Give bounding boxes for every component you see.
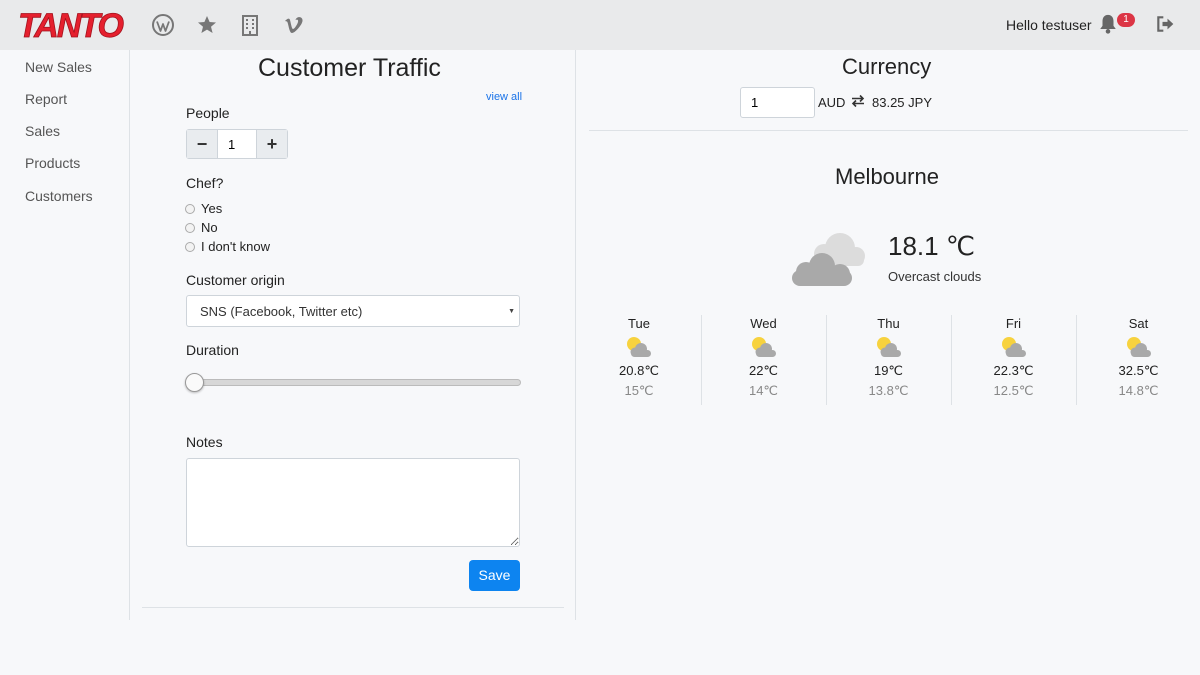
caret-down-icon: ▼ [508, 308, 515, 315]
people-label: People [186, 105, 230, 121]
partly-cloudy-icon [627, 337, 651, 357]
forecast-high: 22℃ [748, 363, 779, 378]
forecast-high: 20.8℃ [619, 363, 659, 378]
vimeo-icon[interactable] [282, 13, 306, 37]
top-bar: TANTO Hello testuser 1 [0, 0, 1200, 50]
forecast-day: Wed 22℃ 14℃ [701, 315, 825, 405]
save-button[interactable]: Save [469, 560, 520, 591]
notes-textarea[interactable] [186, 458, 520, 547]
current-temperature: 18.1 ℃ [888, 231, 976, 261]
duration-slider-handle[interactable] [185, 373, 204, 392]
partly-cloudy-icon [751, 337, 776, 357]
currency-amount-input[interactable] [740, 87, 815, 118]
customer-traffic-panel: Customer Traffic view all People − + Che… [130, 50, 576, 620]
chef-option-dont-know[interactable]: I don't know [185, 239, 270, 254]
forecast-high: 22.3℃ [993, 363, 1034, 378]
page-title: Customer Traffic [258, 54, 441, 82]
forecast-day: Tue 20.8℃ 15℃ [577, 315, 701, 405]
forecast-low: 13.8℃ [868, 383, 909, 398]
forecast-low: 12.5℃ [993, 383, 1034, 398]
radio-button[interactable] [185, 241, 195, 252]
radio-label: I don't know [201, 239, 270, 254]
forecast-high: 32.5℃ [1118, 363, 1159, 378]
notification-badge: 1 [1117, 13, 1135, 27]
divider [142, 607, 564, 608]
customer-origin-select[interactable]: SNS (Facebook, Twitter etc) ▼ [186, 295, 520, 327]
wordpress-icon[interactable] [151, 13, 175, 37]
weather-condition: Overcast clouds [888, 269, 982, 284]
selected-option: SNS (Facebook, Twitter etc) [200, 304, 363, 319]
radio-button[interactable] [185, 203, 195, 214]
divider [589, 130, 1188, 131]
forecast-day: Sat 32.5℃ 14.8℃ [1076, 315, 1200, 405]
forecast-low: 15℃ [624, 383, 654, 398]
people-stepper: − + [186, 129, 288, 159]
forecast-day: Fri 22.3℃ 12.5℃ [951, 315, 1075, 405]
forecast-day-name: Sat [1128, 316, 1149, 331]
view-all-link[interactable]: view all [486, 91, 522, 103]
forecast-low: 14℃ [748, 383, 779, 398]
forecast-day-name: Tue [628, 316, 650, 331]
sidebar-item-new-sales[interactable]: New Sales [25, 59, 92, 75]
user-greeting: Hello testuser [1006, 17, 1092, 33]
sidebar-item-products[interactable]: Products [25, 155, 80, 171]
svg-text:TANTO: TANTO [18, 7, 124, 44]
people-input[interactable] [217, 130, 257, 158]
forecast-high: 19℃ [873, 363, 904, 378]
sidebar: New Sales Report Sales Products Customer… [0, 50, 130, 620]
forecast-day-name: Wed [750, 316, 777, 331]
partly-cloudy-icon [876, 337, 901, 357]
partly-cloudy-icon [1001, 337, 1026, 357]
notes-label: Notes [186, 434, 223, 450]
partly-cloudy-icon [1126, 337, 1151, 357]
sidebar-item-sales[interactable]: Sales [25, 123, 60, 139]
logout-icon[interactable] [1155, 14, 1175, 34]
forecast-day: Thu 19℃ 13.8℃ [826, 315, 950, 405]
building-icon[interactable] [238, 13, 262, 37]
exchange-icon[interactable] [851, 94, 865, 108]
radio-label: No [201, 220, 218, 235]
sidebar-item-customers[interactable]: Customers [25, 188, 93, 204]
overcast-cloud-icon [792, 233, 865, 286]
duration-slider-track[interactable] [186, 379, 521, 386]
bell-icon[interactable] [1097, 13, 1119, 35]
currency-title: Currency [842, 54, 932, 79]
forecast-day-name: Fri [1005, 316, 1022, 331]
weather-city: Melbourne [835, 164, 939, 189]
tanto-logo[interactable]: TANTO [14, 6, 126, 44]
radio-label: Yes [201, 201, 223, 216]
sidebar-item-report[interactable]: Report [25, 91, 67, 107]
customer-origin-label: Customer origin [186, 272, 285, 288]
chef-option-no[interactable]: No [185, 220, 218, 235]
currency-from: AUD [818, 95, 846, 110]
decrement-button[interactable]: − [187, 130, 217, 158]
radio-button[interactable] [185, 222, 195, 233]
star-icon[interactable] [195, 13, 219, 37]
chef-label: Chef? [186, 175, 224, 191]
increment-button[interactable]: + [257, 130, 287, 158]
currency-result: 83.25 JPY [872, 95, 932, 110]
duration-label: Duration [186, 342, 239, 358]
chef-option-yes[interactable]: Yes [185, 201, 222, 216]
forecast-low: 14.8℃ [1118, 383, 1159, 398]
forecast-day-name: Thu [877, 316, 900, 331]
